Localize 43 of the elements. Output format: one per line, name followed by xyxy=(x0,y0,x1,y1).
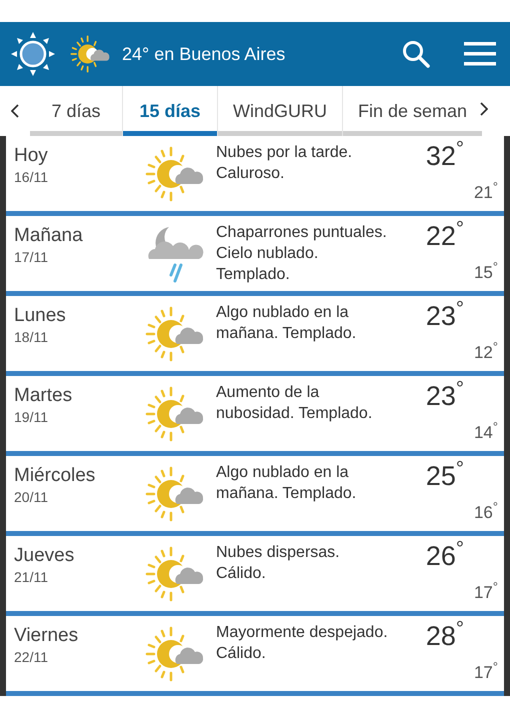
day-name: Lunes xyxy=(14,304,67,328)
sun-moon-cloud-icon xyxy=(70,34,112,74)
forecast-description: Aumento de la nubosidad. Templado. xyxy=(216,383,374,424)
day-date: 17/11 xyxy=(14,248,49,266)
forecast-description: Mayormente despejado. Cálido. xyxy=(216,623,389,664)
day-name: Jueves xyxy=(14,544,76,568)
day-name: Hoy xyxy=(14,144,49,168)
max-temperature: 32$^{°}$ xyxy=(426,140,464,172)
min-temperature: 17$^{°}$ xyxy=(474,660,498,684)
min-temperature: 16$^{°}$ xyxy=(474,500,498,524)
day-name: Miércoles xyxy=(14,464,96,488)
sun-icon[interactable] xyxy=(10,31,56,77)
location-title: 24° en Buenos Aires xyxy=(122,42,286,66)
min-temperature: 15$^{°}$ xyxy=(474,260,498,284)
forecast-description: Nubes dispersas. Cálido. xyxy=(216,543,341,584)
min-temperature: 17$^{°}$ xyxy=(474,580,498,604)
day-name: Martes xyxy=(14,384,74,408)
day-date: 16/11 xyxy=(14,168,49,186)
day-name: Mañana xyxy=(14,224,84,248)
max-temperature: 23$^{°}$ xyxy=(426,380,464,412)
min-temperature: 21$^{°}$ xyxy=(474,180,498,204)
forecast-description: Nubes por la tarde. Caluroso. xyxy=(216,143,354,184)
day-date: 21/11 xyxy=(14,568,49,586)
chevron-left-icon[interactable] xyxy=(11,104,19,118)
forecast-description: Algo nublado en la mañana. Templado. xyxy=(216,303,358,344)
max-temperature: 23$^{°}$ xyxy=(426,300,464,332)
day-date: 19/11 xyxy=(14,408,49,426)
day-date: 18/11 xyxy=(14,328,49,346)
day-date: 20/11 xyxy=(14,488,49,506)
min-temperature: 12$^{°}$ xyxy=(474,340,498,364)
day-date: 22/11 xyxy=(14,648,49,666)
day-name: Viernes xyxy=(14,624,80,648)
menu-icon[interactable] xyxy=(464,41,496,67)
tab[interactable]: 7 días xyxy=(30,86,122,136)
max-temperature: 25$^{°}$ xyxy=(426,460,464,492)
forecast-description: Chaparrones puntuales. Cielo nublado. Templado. xyxy=(216,223,388,285)
max-temperature: 22$^{°}$ xyxy=(426,220,464,252)
max-temperature: 26$^{°}$ xyxy=(426,540,464,572)
search-icon[interactable] xyxy=(402,40,430,68)
chevron-right-icon[interactable] xyxy=(480,102,488,116)
min-temperature: 14$^{°}$ xyxy=(474,420,498,444)
forecast-description: Algo nublado en la mañana. Templado. xyxy=(216,463,358,504)
max-temperature: 28$^{°}$ xyxy=(426,620,464,652)
